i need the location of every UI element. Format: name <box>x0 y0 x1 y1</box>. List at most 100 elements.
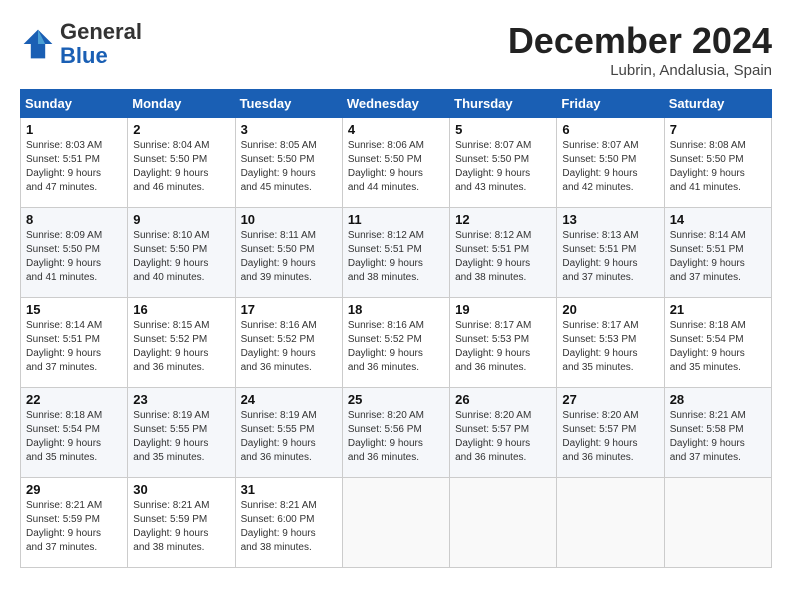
day-number: 17 <box>241 302 337 317</box>
calendar-day-cell: 22Sunrise: 8:18 AM Sunset: 5:54 PM Dayli… <box>21 388 128 478</box>
day-detail: Sunrise: 8:20 AM Sunset: 5:56 PM Dayligh… <box>348 409 444 465</box>
title-area: December 2024 Lubrin, Andalusia, Spain <box>508 20 772 79</box>
day-number: 19 <box>455 302 551 317</box>
day-of-week-header: Friday <box>557 90 664 118</box>
calendar-week-row: 1Sunrise: 8:03 AM Sunset: 5:51 PM Daylig… <box>21 118 772 208</box>
calendar-day-cell: 8Sunrise: 8:09 AM Sunset: 5:50 PM Daylig… <box>21 208 128 298</box>
calendar-day-cell: 28 Sunrise: 8:21 AM Sunset: 5:58 PM Dayli… <box>664 388 771 478</box>
day-number: 9 <box>133 212 229 227</box>
day-detail: Sunrise: 8:04 AM Sunset: 5:50 PM Dayligh… <box>133 139 229 195</box>
calendar-week-row: 15Sunrise: 8:14 AM Sunset: 5:51 PM Dayli… <box>21 298 772 388</box>
calendar-day-cell: 15Sunrise: 8:14 AM Sunset: 5:51 PM Dayli… <box>21 298 128 388</box>
calendar-day-cell: 30Sunrise: 8:21 AM Sunset: 5:59 PM Dayli… <box>128 478 235 568</box>
calendar-day-cell: 16 Sunrise: 8:15 AM Sunset: 5:52 PM Dayli… <box>128 298 235 388</box>
calendar-day-cell: 25 Sunrise: 8:20 AM Sunset: 5:56 PM Dayli… <box>342 388 449 478</box>
calendar-day-cell: 29Sunrise: 8:21 AM Sunset: 5:59 PM Dayli… <box>21 478 128 568</box>
day-detail: Sunrise: 8:21 AM Sunset: 5:59 PM Dayligh… <box>133 499 229 555</box>
calendar-header-row: SundayMondayTuesdayWednesdayThursdayFrid… <box>21 90 772 118</box>
calendar-day-cell: 12 Sunrise: 8:12 AM Sunset: 5:51 PM Dayli… <box>450 208 557 298</box>
calendar-week-row: 29Sunrise: 8:21 AM Sunset: 5:59 PM Dayli… <box>21 478 772 568</box>
day-number: 13 <box>562 212 658 227</box>
calendar-day-cell <box>664 478 771 568</box>
day-number: 5 <box>455 122 551 137</box>
day-detail: Sunrise: 8:16 AM Sunset: 5:52 PM Dayligh… <box>241 319 337 375</box>
logo: General Blue <box>20 20 142 68</box>
calendar-day-cell: 11 Sunrise: 8:12 AM Sunset: 5:51 PM Dayli… <box>342 208 449 298</box>
day-detail: Sunrise: 8:20 AM Sunset: 5:57 PM Dayligh… <box>455 409 551 465</box>
day-detail: Sunrise: 8:07 AM Sunset: 5:50 PM Dayligh… <box>562 139 658 195</box>
calendar-day-cell: 9 Sunrise: 8:10 AM Sunset: 5:50 PM Daylig… <box>128 208 235 298</box>
calendar-day-cell: 23 Sunrise: 8:19 AM Sunset: 5:55 PM Dayli… <box>128 388 235 478</box>
day-number: 28 <box>670 392 766 407</box>
day-number: 10 <box>241 212 337 227</box>
calendar-week-row: 8Sunrise: 8:09 AM Sunset: 5:50 PM Daylig… <box>21 208 772 298</box>
calendar-day-cell: 4 Sunrise: 8:06 AM Sunset: 5:50 PM Daylig… <box>342 118 449 208</box>
day-detail: Sunrise: 8:19 AM Sunset: 5:55 PM Dayligh… <box>241 409 337 465</box>
day-number: 8 <box>26 212 122 227</box>
day-detail: Sunrise: 8:18 AM Sunset: 5:54 PM Dayligh… <box>670 319 766 375</box>
day-number: 7 <box>670 122 766 137</box>
calendar-day-cell: 27Sunrise: 8:20 AM Sunset: 5:57 PM Dayli… <box>557 388 664 478</box>
day-detail: Sunrise: 8:17 AM Sunset: 5:53 PM Dayligh… <box>562 319 658 375</box>
day-number: 3 <box>241 122 337 137</box>
calendar-day-cell: 7Sunrise: 8:08 AM Sunset: 5:50 PM Daylig… <box>664 118 771 208</box>
calendar-day-cell: 6 Sunrise: 8:07 AM Sunset: 5:50 PM Daylig… <box>557 118 664 208</box>
day-number: 6 <box>562 122 658 137</box>
day-detail: Sunrise: 8:21 AM Sunset: 5:58 PM Dayligh… <box>670 409 766 465</box>
calendar-day-cell: 19Sunrise: 8:17 AM Sunset: 5:53 PM Dayli… <box>450 298 557 388</box>
month-year-title: December 2024 <box>508 20 772 62</box>
day-number: 16 <box>133 302 229 317</box>
logo-text: General Blue <box>60 20 142 68</box>
page-header: General Blue December 2024 Lubrin, Andal… <box>20 20 772 79</box>
day-number: 25 <box>348 392 444 407</box>
calendar-day-cell: 10Sunrise: 8:11 AM Sunset: 5:50 PM Dayli… <box>235 208 342 298</box>
day-number: 18 <box>348 302 444 317</box>
calendar-week-row: 22Sunrise: 8:18 AM Sunset: 5:54 PM Dayli… <box>21 388 772 478</box>
day-detail: Sunrise: 8:14 AM Sunset: 5:51 PM Dayligh… <box>26 319 122 375</box>
calendar-day-cell: 20 Sunrise: 8:17 AM Sunset: 5:53 PM Dayli… <box>557 298 664 388</box>
day-number: 24 <box>241 392 337 407</box>
day-detail: Sunrise: 8:12 AM Sunset: 5:51 PM Dayligh… <box>455 229 551 285</box>
location-subtitle: Lubrin, Andalusia, Spain <box>508 62 772 79</box>
day-number: 26 <box>455 392 551 407</box>
day-number: 22 <box>26 392 122 407</box>
day-number: 21 <box>670 302 766 317</box>
day-of-week-header: Sunday <box>21 90 128 118</box>
day-of-week-header: Wednesday <box>342 90 449 118</box>
day-number: 14 <box>670 212 766 227</box>
day-detail: Sunrise: 8:12 AM Sunset: 5:51 PM Dayligh… <box>348 229 444 285</box>
day-number: 4 <box>348 122 444 137</box>
calendar-day-cell: 14 Sunrise: 8:14 AM Sunset: 5:51 PM Dayli… <box>664 208 771 298</box>
day-detail: Sunrise: 8:13 AM Sunset: 5:51 PM Dayligh… <box>562 229 658 285</box>
day-of-week-header: Thursday <box>450 90 557 118</box>
day-detail: Sunrise: 8:07 AM Sunset: 5:50 PM Dayligh… <box>455 139 551 195</box>
calendar-day-cell: 31Sunrise: 8:21 AM Sunset: 6:00 PM Dayli… <box>235 478 342 568</box>
day-of-week-header: Saturday <box>664 90 771 118</box>
calendar-day-cell: 13 Sunrise: 8:13 AM Sunset: 5:51 PM Dayli… <box>557 208 664 298</box>
calendar-day-cell: 3Sunrise: 8:05 AM Sunset: 5:50 PM Daylig… <box>235 118 342 208</box>
calendar-day-cell: 5 Sunrise: 8:07 AM Sunset: 5:50 PM Daylig… <box>450 118 557 208</box>
day-detail: Sunrise: 8:21 AM Sunset: 5:59 PM Dayligh… <box>26 499 122 555</box>
day-detail: Sunrise: 8:16 AM Sunset: 5:52 PM Dayligh… <box>348 319 444 375</box>
day-number: 23 <box>133 392 229 407</box>
day-number: 2 <box>133 122 229 137</box>
calendar-table: SundayMondayTuesdayWednesdayThursdayFrid… <box>20 89 772 568</box>
day-number: 27 <box>562 392 658 407</box>
day-detail: Sunrise: 8:14 AM Sunset: 5:51 PM Dayligh… <box>670 229 766 285</box>
day-detail: Sunrise: 8:21 AM Sunset: 6:00 PM Dayligh… <box>241 499 337 555</box>
day-detail: Sunrise: 8:10 AM Sunset: 5:50 PM Dayligh… <box>133 229 229 285</box>
calendar-day-cell: 17 Sunrise: 8:16 AM Sunset: 5:52 PM Dayli… <box>235 298 342 388</box>
day-detail: Sunrise: 8:06 AM Sunset: 5:50 PM Dayligh… <box>348 139 444 195</box>
calendar-day-cell: 21 Sunrise: 8:18 AM Sunset: 5:54 PM Dayli… <box>664 298 771 388</box>
calendar-day-cell: 24 Sunrise: 8:19 AM Sunset: 5:55 PM Dayli… <box>235 388 342 478</box>
day-of-week-header: Monday <box>128 90 235 118</box>
logo-icon <box>20 26 56 62</box>
day-number: 11 <box>348 212 444 227</box>
day-detail: Sunrise: 8:19 AM Sunset: 5:55 PM Dayligh… <box>133 409 229 465</box>
calendar-day-cell: 18 Sunrise: 8:16 AM Sunset: 5:52 PM Dayli… <box>342 298 449 388</box>
calendar-day-cell <box>342 478 449 568</box>
day-detail: Sunrise: 8:03 AM Sunset: 5:51 PM Dayligh… <box>26 139 122 195</box>
day-number: 12 <box>455 212 551 227</box>
day-number: 20 <box>562 302 658 317</box>
day-detail: Sunrise: 8:15 AM Sunset: 5:52 PM Dayligh… <box>133 319 229 375</box>
